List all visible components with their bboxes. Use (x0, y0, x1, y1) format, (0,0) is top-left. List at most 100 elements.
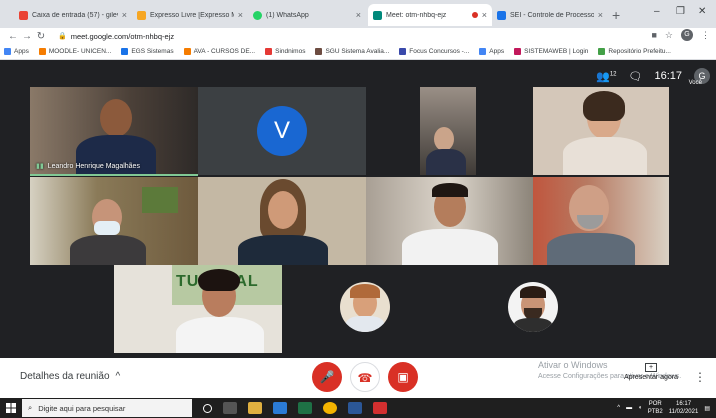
bookmark-item[interactable]: Apps (479, 48, 504, 55)
bookmark-item[interactable]: AVA - CURSOS DE... (183, 48, 256, 55)
forward-icon[interactable]: → (20, 31, 34, 42)
close-icon[interactable]: × (122, 10, 127, 20)
tab-meet[interactable]: Meet: otm-nhbq-ejz × (368, 4, 492, 26)
browser-tab-strip: Caixa de entrada (57) - gilevan × Expres… (0, 0, 716, 28)
participant-tile[interactable] (420, 87, 476, 175)
expresso-icon (137, 10, 146, 20)
participant-tile[interactable] (533, 177, 669, 265)
tab-sei[interactable]: SEI - Controle de Processos × (492, 4, 608, 26)
language-indicator[interactable]: POR PTB2 (648, 400, 663, 416)
windows-logo-icon (6, 403, 16, 413)
speaking-icon: ▮▮ (36, 163, 44, 170)
camera-indicator-icon[interactable]: ■ (651, 30, 656, 40)
edge-icon[interactable] (273, 402, 287, 414)
bookmark-label: Sindnimos (275, 48, 306, 55)
bookmark-item[interactable]: SISTEMAWEB | Login (514, 48, 588, 55)
bookmark-item[interactable]: Sindnimos (265, 48, 305, 55)
bookmark-item[interactable]: Apps (4, 48, 29, 55)
close-icon[interactable]: × (598, 10, 603, 20)
minimize-button[interactable]: – (654, 6, 660, 17)
participant-tile[interactable]: TURI RAL (114, 265, 282, 353)
participant-tile[interactable] (198, 177, 366, 265)
network-icon[interactable]: ▬ (626, 405, 632, 411)
participant-tile[interactable]: V (198, 87, 366, 175)
excel-icon[interactable] (298, 402, 312, 414)
url-field[interactable]: 🔒 meet.google.com/otm-nhbq-ejz (58, 32, 174, 41)
bookmarks-bar: Apps MOODLE- UNICEN... EGS Sistemas AVA … (0, 44, 716, 60)
participant-tile[interactable] (30, 177, 198, 265)
chevron-up-icon: ^ (115, 371, 121, 382)
cortana-icon[interactable] (203, 403, 212, 413)
clock-time: 16:17 (676, 401, 692, 407)
bookmark-item[interactable]: MOODLE- UNICEN... (38, 48, 112, 55)
bookmark-icon (265, 48, 273, 55)
self-label: Você (688, 80, 702, 86)
chrome-icon[interactable] (323, 402, 337, 414)
search-placeholder: Digite aqui para pesquisar (38, 403, 126, 413)
bookmark-label: Focus Concursos -... (409, 48, 470, 55)
restore-button[interactable]: ❐ (676, 6, 685, 17)
whatsapp-icon (253, 10, 262, 20)
participant-name: ▮▮ Leandro Henrique Magalhães (36, 162, 140, 171)
camera-off-icon: ▣ (397, 370, 409, 384)
notification-icon[interactable]: ▤ (704, 405, 710, 412)
participant-tile[interactable] (533, 87, 669, 175)
volume-icon[interactable]: ◖ (638, 405, 642, 411)
word-icon[interactable] (348, 402, 362, 414)
reload-icon[interactable]: ↻ (34, 31, 48, 42)
camera-off-button[interactable]: ▣ (388, 362, 418, 392)
bookmark-label: Apps (14, 48, 29, 55)
bookmark-icon (315, 48, 323, 55)
start-button[interactable] (0, 398, 22, 418)
participant-avatar-photo[interactable] (508, 282, 558, 332)
bookmark-icon (183, 48, 191, 55)
participant-avatar: V (257, 106, 307, 156)
close-icon[interactable]: × (356, 10, 361, 20)
close-window-button[interactable]: ✕ (698, 6, 706, 17)
star-icon[interactable]: ☆ (665, 30, 673, 41)
tab-expresso[interactable]: Expresso Livre [Expresso Mail] × (132, 4, 248, 26)
participant-tile[interactable]: ▮▮ Leandro Henrique Magalhães (30, 87, 198, 175)
taskbar-clock[interactable]: 16:17 11/02/2021 (669, 400, 699, 416)
search-icon: ⌕ (28, 403, 33, 412)
apps-icon (4, 48, 11, 55)
tab-gmail[interactable]: Caixa de entrada (57) - gilevan × (14, 4, 132, 26)
clock-date: 11/02/2021 (668, 409, 699, 415)
more-options-icon[interactable]: ⋮ (694, 370, 706, 384)
participant-tile[interactable] (366, 177, 534, 265)
bookmark-item[interactable]: Repositório Prefeitu... (598, 48, 671, 55)
people-button[interactable]: 👥12 (596, 70, 616, 83)
file-explorer-icon[interactable] (248, 402, 262, 414)
close-icon[interactable]: × (482, 10, 487, 20)
meeting-details-button[interactable]: Detalhes da reunião ^ (20, 371, 120, 382)
lock-icon: 🔒 (58, 33, 67, 40)
bookmark-icon (598, 48, 606, 55)
chat-icon[interactable]: 🗨 (629, 70, 643, 83)
bookmark-label: MOODLE- UNICEN... (48, 48, 112, 55)
back-icon[interactable]: ← (6, 31, 20, 42)
bookmark-item[interactable]: Focus Concursos -... (399, 48, 469, 55)
present-now-label: Apresentar agora (623, 374, 679, 381)
tab-title: Expresso Livre [Expresso Mail] (150, 11, 234, 19)
menu-icon[interactable]: ⋮ (701, 30, 710, 41)
task-view-icon[interactable] (223, 402, 237, 414)
participant-count: 12 (609, 70, 617, 77)
tray-chevron-icon[interactable]: ^ (617, 405, 620, 411)
present-now-button[interactable]: + Apresentar agora (616, 363, 686, 381)
participant-avatar-photo[interactable] (340, 282, 390, 332)
leave-call-button[interactable]: ☎ (350, 362, 380, 392)
meet-icon (373, 10, 382, 20)
meet-bottom-bar: Detalhes da reunião ^ 🎤 ☎ ▣ Ativar o Win… (0, 358, 716, 398)
acrobat-icon[interactable] (373, 402, 387, 414)
mic-off-button[interactable]: 🎤 (312, 362, 342, 392)
profile-avatar[interactable]: G (681, 29, 693, 41)
close-icon[interactable]: × (238, 10, 243, 20)
bookmark-label: AVA - CURSOS DE... (193, 48, 256, 55)
taskbar-search-box[interactable]: ⌕ Digite aqui para pesquisar (22, 399, 192, 417)
gmail-icon (19, 10, 28, 20)
bookmark-item[interactable]: EGS Sistemas (121, 48, 174, 55)
new-tab-button[interactable]: + (612, 7, 620, 23)
bookmark-item[interactable]: SGU Sistema Avalia... (315, 48, 389, 55)
bookmark-label: Repositório Prefeitu... (608, 48, 671, 55)
tab-whatsapp[interactable]: (1) WhatsApp × (248, 4, 366, 26)
